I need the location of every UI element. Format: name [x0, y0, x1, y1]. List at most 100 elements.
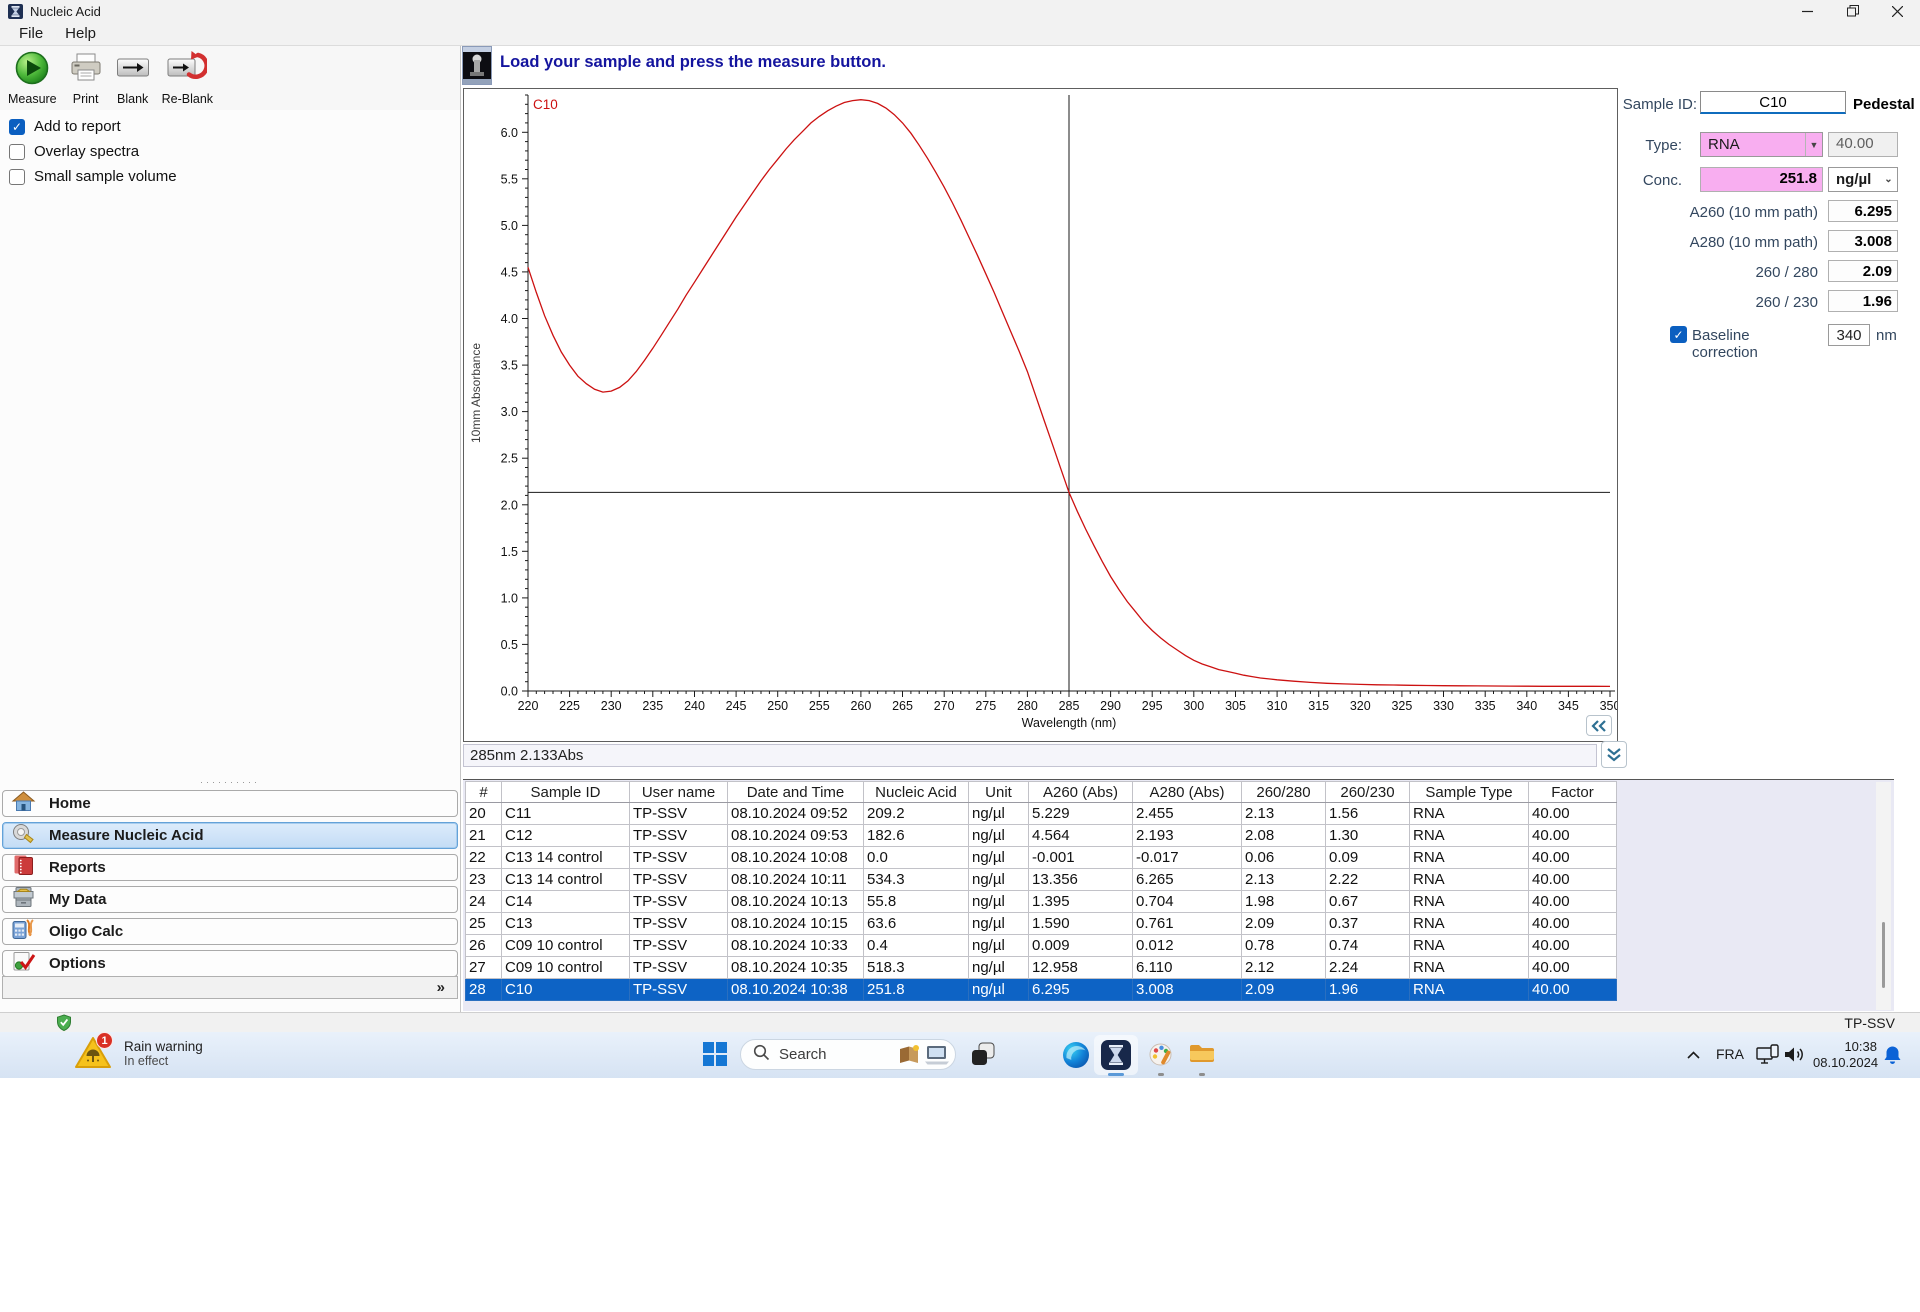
sidebar-item-measure-nucleic-acid[interactable]: Measure Nucleic Acid [2, 822, 458, 849]
option-row[interactable]: Small sample volume [9, 164, 177, 189]
table-cell: 21 [465, 824, 502, 847]
checkbox-0[interactable]: ✓ [9, 118, 25, 135]
column-header[interactable]: Sample ID [501, 781, 630, 803]
table-cell: -0.017 [1132, 846, 1242, 869]
table-cell: 1.395 [1028, 890, 1133, 913]
svg-text:245: 245 [726, 699, 747, 713]
menu-help[interactable]: Help [54, 25, 107, 42]
taskbar: 1 Rain warning In effect Search FRA 10:3… [0, 1032, 1920, 1078]
option-row[interactable]: ✓ Add to report [9, 114, 177, 139]
baseline-correction-checkbox[interactable]: ✓ [1670, 326, 1687, 343]
table-cell: 0.761 [1132, 912, 1242, 935]
checkbox-2[interactable] [9, 168, 25, 185]
paint-app-icon[interactable] [1148, 1041, 1174, 1072]
checkbox-1[interactable] [9, 143, 25, 160]
sidebar-item-reports[interactable]: Reports [2, 854, 458, 881]
table-cell: 40.00 [1528, 956, 1617, 979]
close-button[interactable] [1875, 0, 1920, 22]
sidebar-collapse-bar[interactable]: » [2, 976, 458, 999]
sample-panel: Sample ID: Pedestal Type: RNA ▼ 40.00 Co… [1620, 88, 1920, 648]
sample-id-input[interactable] [1700, 91, 1846, 114]
svg-text:275: 275 [975, 699, 996, 713]
table-cell: RNA [1409, 846, 1529, 869]
task-view-button[interactable] [970, 1041, 996, 1072]
column-header[interactable]: Sample Type [1409, 781, 1529, 803]
conc-value-field: 251.8 [1700, 167, 1823, 192]
sidebar-item-oligo-calc[interactable]: Oligo Calc [2, 918, 458, 945]
column-header[interactable]: Factor [1528, 781, 1617, 803]
svg-text:240: 240 [684, 699, 705, 713]
table-cell: 08.10.2024 10:33 [727, 934, 864, 957]
nucleic-acid-app-active[interactable] [1094, 1035, 1138, 1075]
column-header[interactable]: Unit [968, 781, 1029, 803]
table-cell: C11 [501, 802, 630, 825]
file-explorer-icon[interactable] [1189, 1041, 1215, 1070]
print-button[interactable]: Print [66, 49, 106, 110]
svg-text:5.0: 5.0 [501, 219, 518, 233]
table-row[interactable]: 24 C14 TP-SSV 08.10.2024 10:13 55.8 ng/µl 1.39… [465, 890, 1617, 913]
collapse-chart-button[interactable] [1586, 715, 1612, 736]
tray-date: 08.10.2024 [1813, 1055, 1879, 1070]
restore-button[interactable] [1830, 0, 1875, 22]
svg-text:230: 230 [601, 699, 622, 713]
weather-warning-icon: 1 [74, 1032, 113, 1071]
column-header[interactable]: # [465, 781, 502, 803]
weather-widget[interactable]: 1 Rain warning In effect [74, 1032, 203, 1071]
search-highlight-image [898, 1044, 950, 1066]
column-header[interactable]: A260 (Abs) [1028, 781, 1133, 803]
column-header[interactable]: A280 (Abs) [1132, 781, 1242, 803]
titlebar: Nucleic Acid [0, 0, 1920, 22]
table-scrollbar[interactable] [1876, 782, 1891, 1010]
table-scrollbar-thumb[interactable] [1882, 922, 1885, 988]
sidebar-item-home[interactable]: Home [2, 790, 458, 817]
svg-text:320: 320 [1350, 699, 1371, 713]
table-row[interactable]: 22 C13 14 control TP-SSV 08.10.2024 10:08 0.… [465, 846, 1617, 869]
table-row[interactable]: 25 C13 TP-SSV 08.10.2024 10:15 63.6 ng/µl 1.59… [465, 912, 1617, 935]
sidebar-item-my-data[interactable]: My Data [2, 886, 458, 913]
reblank-button[interactable]: Re-Blank [160, 49, 215, 110]
table-row[interactable]: 21 C12 TP-SSV 08.10.2024 09:53 182.6 ng/µl 4.5… [465, 824, 1617, 847]
svg-text:330: 330 [1433, 699, 1454, 713]
spectrum-chart[interactable]: 0.0 0.5 1.0 1.5 2.0 2.5 3.0 3.5 4.0 4.5 5.0 5.5 6.0 2… [464, 89, 1620, 739]
table-cell: 1.590 [1028, 912, 1133, 935]
table-cell: 40.00 [1528, 868, 1617, 891]
panel-splitter[interactable]: ·········· [0, 777, 460, 787]
measure-button[interactable]: Measure [6, 49, 59, 110]
column-header[interactable]: 260/230 [1325, 781, 1410, 803]
expand-table-button[interactable] [1601, 741, 1627, 768]
volume-icon[interactable] [1784, 1045, 1805, 1069]
minimize-button[interactable] [1785, 0, 1830, 22]
network-devices-icon[interactable] [1756, 1044, 1780, 1071]
column-header[interactable]: Nucleic Acid [863, 781, 969, 803]
active-app-indicator [1108, 1073, 1124, 1076]
column-header[interactable]: Date and Time [727, 781, 864, 803]
table-cell: 2.455 [1132, 802, 1242, 825]
table-cell: 0.704 [1132, 890, 1242, 913]
start-button[interactable] [702, 1041, 728, 1072]
table-row[interactable]: 20 C11 TP-SSV 08.10.2024 09:52 209.2 ng/µl 5.2… [465, 802, 1617, 825]
unit-dropdown[interactable]: ng/µl ⌄ [1828, 167, 1898, 192]
baseline-wavelength-field[interactable]: 340 [1828, 324, 1870, 346]
menu-file[interactable]: File [8, 25, 54, 42]
column-header[interactable]: User name [629, 781, 728, 803]
tray-chevron-up-icon[interactable] [1686, 1047, 1701, 1065]
table-cell: 1.30 [1325, 824, 1410, 847]
edge-browser-icon[interactable] [1062, 1041, 1090, 1074]
table-row[interactable]: 26 C09 10 control TP-SSV 08.10.2024 10:33 0.… [465, 934, 1617, 957]
sidebar-item-options[interactable]: Options [2, 950, 458, 977]
table-cell: 251.8 [863, 978, 969, 1001]
table-row[interactable]: 23 C13 14 control TP-SSV 08.10.2024 10:11 53… [465, 868, 1617, 891]
table-cell: RNA [1409, 868, 1529, 891]
taskbar-search[interactable]: Search [740, 1039, 956, 1070]
tray-clock[interactable]: 10:38 08.10.2024 [1813, 1039, 1879, 1071]
table-cell: 63.6 [863, 912, 969, 935]
notification-bell-icon[interactable] [1883, 1045, 1902, 1070]
instruction-message: Load your sample and press the measure b… [500, 53, 887, 71]
type-dropdown[interactable]: RNA ▼ [1700, 132, 1823, 157]
table-row[interactable]: 27 C09 10 control TP-SSV 08.10.2024 10:35 51… [465, 956, 1617, 979]
option-row[interactable]: Overlay spectra [9, 139, 177, 164]
blank-button[interactable]: Blank [113, 49, 153, 110]
table-row[interactable]: 28 C10 TP-SSV 08.10.2024 10:38 251.8 ng/µl 6.2… [465, 978, 1617, 1001]
language-indicator[interactable]: FRA [1716, 1046, 1744, 1062]
column-header[interactable]: 260/280 [1241, 781, 1326, 803]
